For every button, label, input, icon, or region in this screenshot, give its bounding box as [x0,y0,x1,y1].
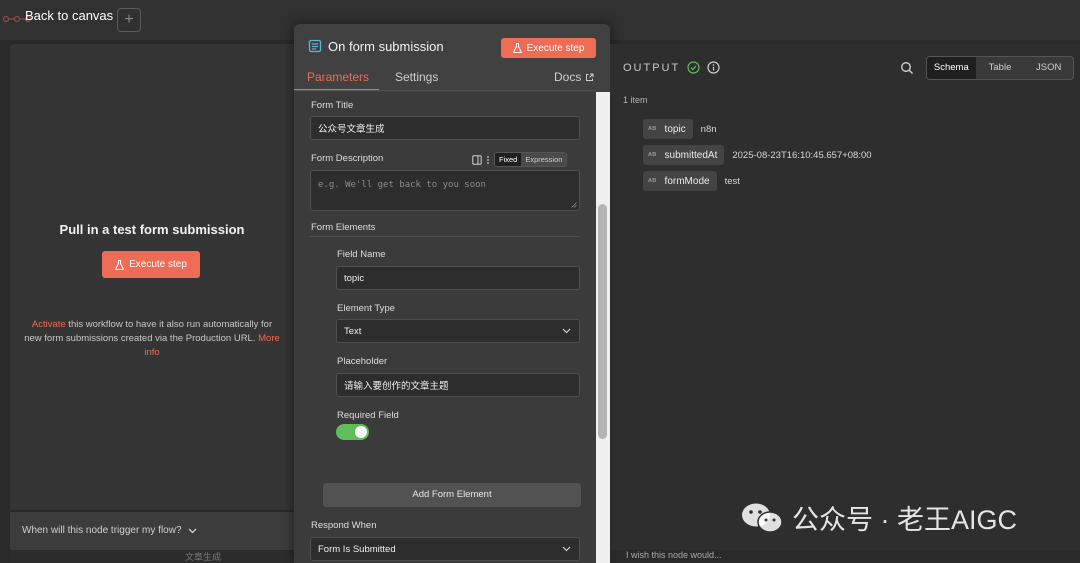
more-options-icon[interactable] [486,155,490,165]
chevron-down-icon [188,528,196,533]
schema-value: n8n [700,123,717,135]
toggle-knob [355,426,367,438]
add-form-element-button[interactable]: Add Form Element [323,483,581,507]
respond-when-label: Respond When [311,520,377,531]
mode-expression[interactable]: Expression [521,153,567,166]
form-elements-divider [310,236,580,237]
schema-row: AB formMode test [643,171,740,191]
parameters-form: Form Title 公众号文章生成 Form Description Fixe… [294,92,596,563]
external-link-icon [586,73,594,81]
chevron-down-icon [562,546,571,552]
tab-divider [294,90,596,91]
search-icon[interactable] [900,61,914,75]
schema-row: AB submittedAt 2025-08-23T16:10:45.657+0… [643,145,872,165]
output-view-switcher[interactable]: Schema Table JSON [926,56,1074,80]
output-title: OUTPUT [623,61,681,74]
input-panel: Pull in a test form submission Execute s… [10,44,294,510]
panel-split-icon[interactable] [472,154,482,165]
element-type-label: Element Type [337,303,395,314]
form-description-label: Form Description [311,153,384,164]
view-table[interactable]: Table [976,57,1025,79]
add-node-button[interactable]: + [117,8,141,32]
string-type-icon: AB [648,126,657,132]
view-json[interactable]: JSON [1024,57,1073,79]
string-type-icon: AB [648,178,657,184]
trigger-help-toggle[interactable]: When will this node trigger my flow? [22,525,197,536]
watermark-text: 公众号 · 老王AIGC [792,505,1018,535]
tab-settings[interactable]: Settings [395,70,438,84]
form-title-label: Form Title [311,100,354,111]
schema-key: topic [664,123,686,135]
execute-step-button-header[interactable]: Execute step [501,38,596,58]
element-type-select[interactable]: Text [336,319,580,343]
element-type-value: Text [344,325,362,337]
schema-key: formMode [664,175,710,187]
schema-key-chip[interactable]: AB formMode [643,171,717,191]
placeholder-label: Placeholder [337,356,388,367]
check-circle-icon [687,61,700,74]
form-node-icon [308,39,322,53]
required-field-toggle[interactable] [336,424,369,440]
schema-row: AB topic n8n [643,119,717,139]
schema-key: submittedAt [664,149,718,161]
wechat-icon [742,503,783,533]
tab-parameters[interactable]: Parameters [307,70,369,84]
output-header: OUTPUT [623,61,720,74]
activation-hint: Activate this workflow to have it also r… [24,318,280,360]
input-panel-title: Pull in a test form submission [59,222,245,237]
node-parameters-panel: On form submission Execute step Paramete… [294,24,610,563]
watermark: 公众号 · 老王AIGC [740,498,1017,537]
execute-step-button[interactable]: Execute step [102,251,200,278]
form-title-input[interactable]: 公众号文章生成 [310,116,580,140]
feedback-strip[interactable]: I wish this node would... [610,550,1080,563]
respond-when-value: Form Is Submitted [318,543,396,555]
trigger-help-label: When will this node trigger my flow? [22,525,182,536]
form-description-textarea[interactable]: e.g. We'll get back to you soon [310,170,580,211]
activate-link[interactable]: Activate [32,319,66,330]
field-name-label: Field Name [337,249,386,260]
node-header: On form submission Execute step Paramete… [294,24,610,91]
scrollbar-thumb[interactable] [598,204,607,439]
output-panel: OUTPUT Schema Table JSON 1 item AB topic… [610,44,1080,550]
fixed-expression-toggle[interactable]: Fixed Expression [494,152,568,167]
schema-value: test [724,175,740,187]
form-description-tools: Fixed Expression [472,152,568,167]
schema-value: 2025-08-23T16:10:45.657+08:00 [732,149,872,161]
canvas-node-label: 文章生成 [10,550,294,563]
field-name-input[interactable]: topic [336,266,580,290]
chevron-down-icon [562,328,571,334]
item-count: 1 item [623,95,648,105]
execute-step-label: Execute step [526,42,585,54]
flask-icon [115,259,124,270]
info-icon[interactable] [707,61,720,74]
tab-docs[interactable]: Docs [554,70,594,84]
schema-key-chip[interactable]: AB submittedAt [643,145,725,165]
resize-grip-icon[interactable] [571,202,577,208]
view-schema[interactable]: Schema [927,57,976,79]
execute-step-label: Execute step [129,259,187,270]
schema-key-chip[interactable]: AB topic [643,119,693,139]
node-title: On form submission [328,39,444,54]
flask-icon [512,43,522,53]
respond-when-select[interactable]: Form Is Submitted [310,537,580,561]
docs-label: Docs [554,70,582,84]
back-to-canvas-link[interactable]: Back to canvas [25,8,113,23]
required-field-label: Required Field [337,410,399,421]
string-type-icon: AB [648,152,657,158]
trigger-help-footer: When will this node trigger my flow? [10,512,294,550]
mode-fixed[interactable]: Fixed [495,153,522,166]
placeholder-input[interactable]: 请输入要创作的文章主题 [336,373,580,397]
form-elements-label: Form Elements [311,222,376,233]
